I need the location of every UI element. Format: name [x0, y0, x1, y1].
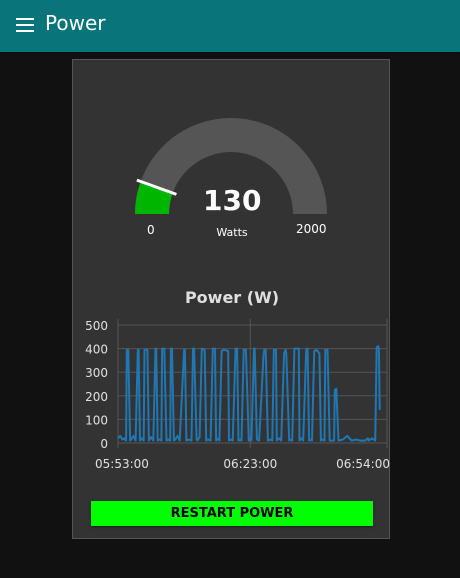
y-tick-label: 100 [85, 413, 108, 427]
top-app-bar: Power [0, 0, 460, 52]
restart-power-button[interactable]: RESTART POWER [91, 501, 373, 526]
x-tick-label: 05:53:00 [95, 457, 149, 471]
hamburger-menu-icon[interactable] [16, 18, 34, 32]
y-tick-label: 200 [85, 390, 108, 404]
x-tick-label: 06:54:00 [336, 457, 390, 471]
x-tick-label: 06:23:00 [223, 457, 277, 471]
power-series-line [117, 345, 381, 442]
y-tick-label: 400 [85, 343, 108, 357]
y-tick-label: 500 [85, 319, 108, 333]
dashboard-card: 130 Watts 0 2000 Power (W) 0 100 200 300 400… [72, 59, 390, 539]
page-title: Power [45, 11, 106, 35]
power-line-chart: 0 100 200 300 400 500 05:53:00 06:23:00 06:54:00 [85, 319, 390, 471]
y-tick-label: 0 [100, 437, 108, 451]
y-tick-label: 300 [85, 366, 108, 380]
